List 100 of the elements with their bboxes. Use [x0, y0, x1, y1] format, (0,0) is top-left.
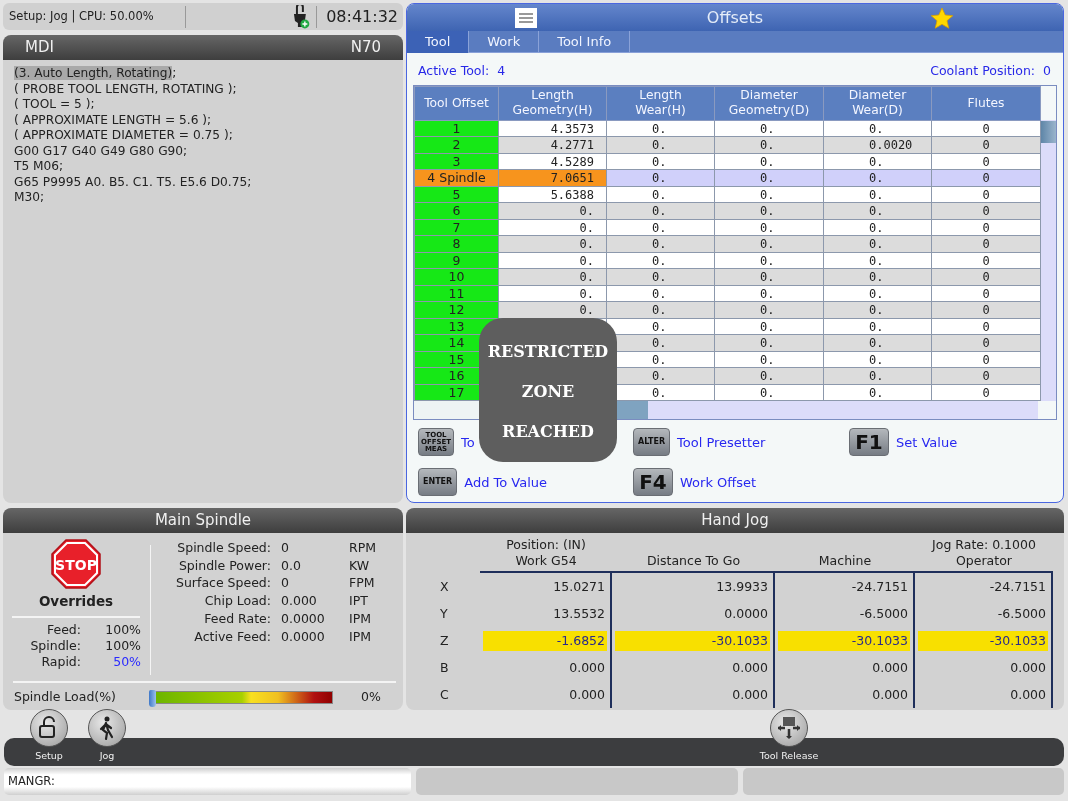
reading-label: Spindle Speed:: [176, 539, 271, 557]
panel-title: Hand Jog: [701, 510, 769, 532]
column-header: Diameter Geometry(D): [714, 86, 824, 121]
reading-value: 0.0: [281, 556, 302, 575]
code-line: (3. Auto Length, Rotating);: [14, 66, 178, 82]
tab[interactable]: Work: [469, 31, 540, 53]
key-cap[interactable]: ENTER: [418, 468, 458, 497]
table-cell: -30.1033: [615, 630, 770, 651]
key-label: To: [461, 433, 475, 452]
column-header: Machine: [775, 553, 915, 573]
reading-value: 0.0000: [281, 609, 326, 628]
code-line: ( TOOL = 5 );: [14, 97, 96, 113]
key-cap[interactable]: F4: [633, 468, 673, 497]
override-value: 50%: [112, 654, 141, 671]
column-header: Work G54: [480, 553, 612, 573]
code-line: M30;: [14, 190, 46, 206]
override-label: Rapid:: [40, 654, 81, 671]
axis-label: Y: [439, 605, 449, 623]
table-cell-text: -6.5000: [996, 604, 1047, 623]
tool-release-icon: [776, 715, 802, 741]
active-tool-value: 4: [497, 63, 506, 78]
table-cell-text: 0.000: [731, 685, 769, 704]
override-value: 100%: [104, 638, 141, 655]
key-cap[interactable]: ALTER: [633, 428, 671, 457]
clock-time: 08:41:32: [325, 5, 399, 28]
column-header: Operator: [915, 553, 1053, 573]
table-cell-text: 0.000: [731, 658, 769, 677]
column-header: Distance To Go: [612, 553, 775, 573]
code-line: ( APPROXIMATE DIAMETER = 0.75 );: [14, 128, 234, 144]
table-cell-text: 0.000: [1009, 685, 1047, 704]
table-cell-text: 0.0000: [723, 604, 769, 623]
command-input[interactable]: MANGR:: [4, 768, 411, 795]
key-label: Work Offset: [680, 473, 757, 492]
reading-label: Feed Rate:: [203, 609, 271, 628]
table-cell: -1.6852: [483, 630, 607, 651]
column-header: Diameter Wear(D): [823, 86, 932, 121]
key-label: Set Value: [896, 433, 958, 452]
table-cell-text: -6.5000: [858, 604, 909, 623]
load-reading: 0%: [360, 688, 381, 706]
load-label: Spindle Load(%): [14, 688, 116, 706]
menu-icon[interactable]: [515, 8, 537, 28]
override-label: Feed:: [45, 622, 81, 639]
status-text: Setup: Jog | CPU: 50.00%: [9, 7, 155, 25]
code-line: T5 M06;: [14, 159, 65, 175]
panel-title: Offsets: [706, 6, 764, 29]
column-header: Length Geometry(H): [498, 86, 607, 121]
reading-value: 0: [281, 539, 290, 557]
table-cell-text: 13.9933: [715, 577, 769, 596]
axis-label: Z: [439, 632, 450, 650]
axis-label: B: [439, 659, 450, 677]
star-icon[interactable]: [931, 8, 953, 29]
axis-label: C: [439, 686, 450, 704]
position-label: Position: (IN): [505, 536, 587, 553]
overrides-title: Overrides: [38, 592, 114, 611]
reading-unit: KW: [349, 556, 371, 575]
alert-text: REACHED: [502, 421, 594, 443]
alert-text: ZONE: [521, 381, 575, 403]
table-cell-text: 0.000: [1009, 658, 1047, 677]
table-cell-text: -24.7151: [988, 577, 1047, 596]
code-line: G65 P9995 A0. B5. C1. T5. E5.6 D0.75;: [14, 174, 253, 190]
key-label: Add To Value: [464, 473, 548, 492]
reading-unit: IPM: [349, 609, 372, 628]
toolbar-button[interactable]: Tool Release: [744, 709, 834, 766]
reading-value: 0: [281, 574, 290, 593]
key-cap[interactable]: F1: [849, 428, 889, 457]
code-line: ( APPROXIMATE LENGTH = 5.6 );: [14, 112, 213, 128]
key-label: Tool Presetter: [677, 433, 766, 452]
reading-label: Chip Load:: [203, 592, 271, 610]
block-number: N70: [350, 37, 381, 59]
active-tool-label: Active Tool:: [418, 63, 490, 78]
tab[interactable]: Tool Info: [539, 31, 631, 53]
reading-value: 0.0000: [281, 627, 326, 646]
reading-unit: FPM: [349, 574, 376, 593]
jog-rate: Jog Rate: 0.1000: [930, 536, 1037, 553]
table-cell-text: 0.000: [871, 685, 909, 704]
reading-value: 0.000: [281, 592, 318, 610]
panel-title: MDI: [25, 37, 54, 59]
table-cell-text: 0.000: [568, 658, 606, 677]
reading-unit: IPM: [349, 627, 372, 646]
reading-unit: RPM: [349, 539, 377, 557]
column-header: Length Wear(H): [606, 86, 715, 121]
column-header: Flutes: [931, 86, 1041, 121]
override-value: 100%: [104, 622, 141, 639]
reading-label: Spindle Power:: [177, 556, 271, 575]
reading-label: Active Feed:: [193, 627, 271, 646]
code-line: ( PROBE TOOL LENGTH, ROTATING );: [14, 81, 238, 97]
column-header: Tool Offset: [414, 86, 499, 121]
table-cell-text: 15.0271: [552, 577, 606, 596]
panel-title: Main Spindle: [154, 510, 252, 532]
coolant-position-label: Coolant Position:: [930, 63, 1036, 78]
table-cell: -30.1033: [778, 630, 910, 651]
table-cell-text: 0.000: [871, 658, 909, 677]
override-label: Spindle:: [29, 638, 81, 655]
reading-label: Surface Speed:: [175, 574, 271, 593]
axis-label: X: [439, 578, 450, 596]
reading-unit: IPT: [349, 592, 369, 610]
tab[interactable]: Tool: [407, 31, 470, 53]
table-cell-text: 13.5532: [552, 604, 606, 623]
table-cell-text: 0.000: [568, 685, 606, 704]
table-cell: -30.1033: [918, 630, 1048, 651]
